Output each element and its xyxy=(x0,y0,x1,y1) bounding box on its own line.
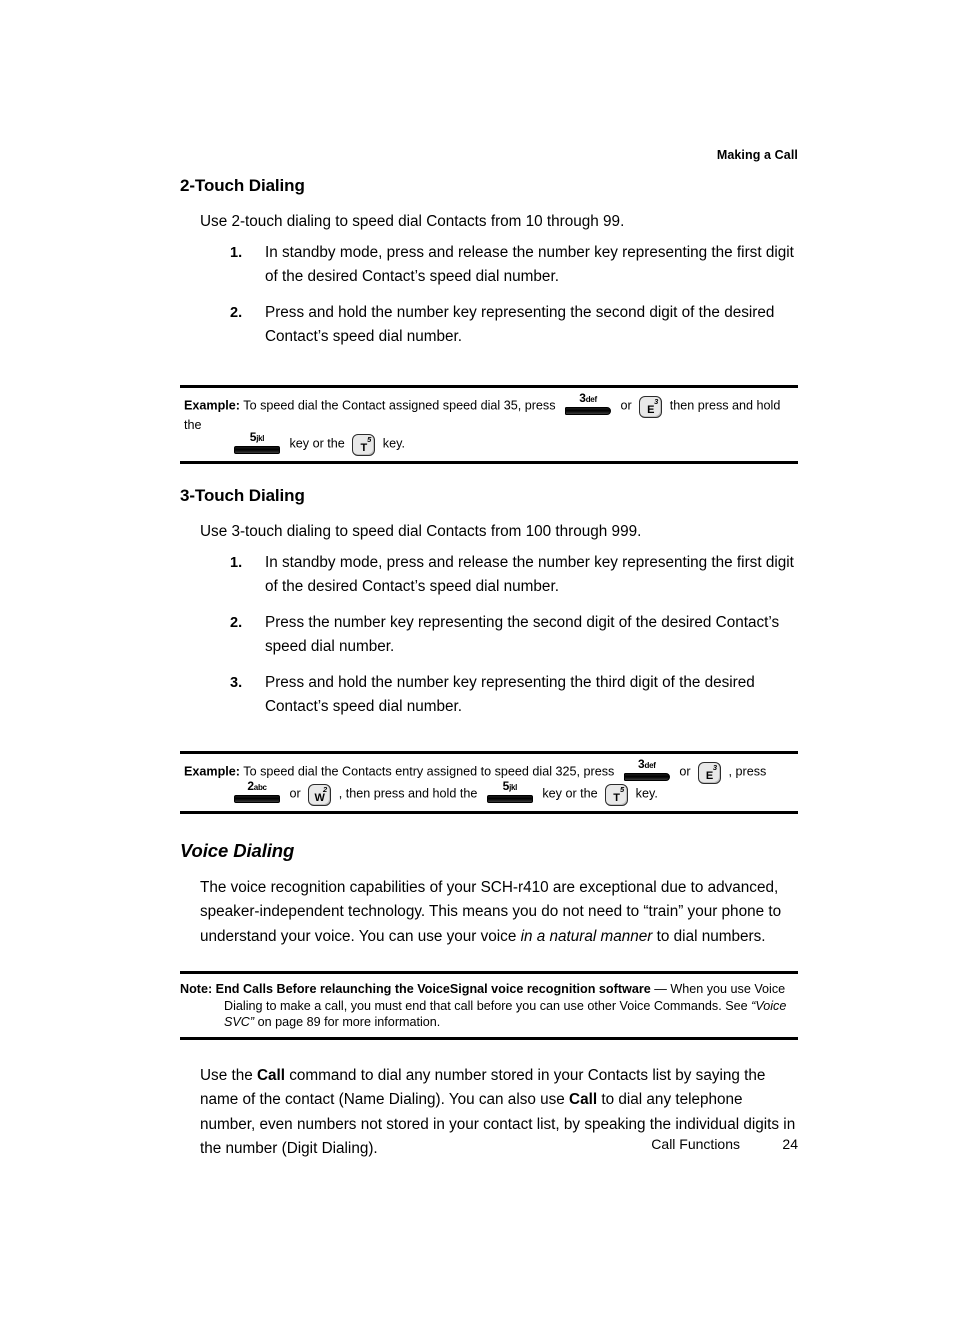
example-callout-1: Example: To speed dial the Contact assig… xyxy=(180,384,798,464)
qwerty-key-t-icon: 5T xyxy=(605,783,629,806)
note-lead: Note: End Calls Before relaunching the V… xyxy=(180,982,651,996)
example-1-body: Example: To speed dial the Contact assig… xyxy=(180,392,798,456)
example-2-line-2: 2abc or 2W , then press and hold the 5jk… xyxy=(184,780,794,806)
list-item: 1. In standby mode, press and release th… xyxy=(180,241,798,290)
key-letters: jkl xyxy=(256,433,265,443)
key-letter: W xyxy=(314,791,325,804)
qwerty-key-t-icon: 5T xyxy=(352,434,376,456)
example-1-text-2: or xyxy=(617,397,636,412)
section-title-2-touch-dialing: 2-Touch Dialing xyxy=(180,176,305,195)
key-letter: T xyxy=(360,442,368,454)
note-tail-text: on page 89 for more information. xyxy=(254,1015,441,1029)
keypad-key-5-jkl-icon: 5jkl xyxy=(486,780,534,803)
example-1-text-4: key or the xyxy=(286,436,349,451)
example-2-text-1: To speed dial the Contacts entry assigne… xyxy=(240,763,618,778)
example-2-lead: Example: xyxy=(184,763,240,778)
step-text: Press and hold the number key representi… xyxy=(265,303,775,346)
intro-text-3-touch: Use 3-touch dialing to speed dial Contac… xyxy=(200,523,642,540)
section-title-3-touch-dialing: 3-Touch Dialing xyxy=(180,486,305,505)
step-text: In standby mode, press and release the n… xyxy=(265,553,794,596)
example-callout-2: Example: To speed dial the Contacts entr… xyxy=(180,750,798,814)
footer-chapter-label: Call Functions xyxy=(651,1136,740,1152)
example-2-text-5: , then press and hold the xyxy=(335,785,481,800)
voice-dialing-paragraph-1: The voice recognition capabilities of yo… xyxy=(180,876,798,950)
qwerty-key-e-icon: 3E xyxy=(698,761,722,784)
qwerty-key-w-icon: 2W xyxy=(308,783,332,806)
keypad-key-3-def-icon: 3def xyxy=(623,758,671,781)
key-letter: E xyxy=(647,403,655,416)
intro-text-2-touch: Use 2-touch dialing to speed dial Contac… xyxy=(200,213,625,230)
example-2-body: Example: To speed dial the Contacts entr… xyxy=(180,758,798,806)
key-letters: def xyxy=(585,395,597,404)
example-2-text-4: or xyxy=(286,785,305,800)
example-2-text-2: or xyxy=(675,763,695,778)
running-header: Making a Call xyxy=(716,148,798,162)
voice-para-2-bold-2: Call xyxy=(569,1091,598,1108)
voice-para-2-part-a: Use the xyxy=(200,1066,257,1084)
list-item: 3. Press and hold the number key represe… xyxy=(180,671,798,720)
step-number: 3. xyxy=(230,674,243,691)
note-body: Note: End Calls Before relaunching the V… xyxy=(180,981,798,1031)
step-text: Press the number key representing the se… xyxy=(265,613,780,656)
voice-para-2-bold-1: Call xyxy=(256,1066,286,1084)
steps-list-2-touch: 1. In standby mode, press and release th… xyxy=(180,241,798,350)
page-content: 2-Touch Dialing Use 2-touch dialing to s… xyxy=(180,176,798,1166)
example-2-text-7: key. xyxy=(632,785,658,800)
list-item: 1. In standby mode, press and release th… xyxy=(180,551,798,600)
voice-para-1-italic: in a natural manner xyxy=(520,927,653,945)
step-number: 2. xyxy=(230,614,243,631)
section-title-voice-dialing: Voice Dialing xyxy=(180,839,295,861)
step-text: Press and hold the number key representi… xyxy=(265,673,755,716)
key-letters: jkl xyxy=(509,783,518,792)
example-1-text-1: To speed dial the Contact assigned speed… xyxy=(240,397,560,412)
note-callout: Note: End Calls Before relaunching the V… xyxy=(180,971,798,1040)
list-item: 2. Press and hold the number key represe… xyxy=(180,301,798,350)
example-2-text-3: , press xyxy=(725,763,767,778)
step-number: 2. xyxy=(230,304,243,321)
step-number: 1. xyxy=(230,244,243,261)
key-letters: def xyxy=(644,761,656,770)
manual-page: Making a Call 2-Touch Dialing Use 2-touc… xyxy=(0,0,954,1319)
example-1-line-2: 5jkl key or the 5T key. xyxy=(184,431,794,456)
list-item: 2. Press the number key representing the… xyxy=(180,611,798,660)
page-footer: Call Functions 24 xyxy=(180,1136,798,1152)
footer-page-number: 24 xyxy=(782,1136,798,1152)
keypad-key-3-def-icon: 3def xyxy=(564,392,612,415)
example-2-text-6: key or the xyxy=(538,785,602,800)
keypad-key-2-abc-icon: 2abc xyxy=(233,780,281,803)
key-letters: abc xyxy=(253,783,267,792)
example-1-lead: Example: xyxy=(184,397,240,412)
key-letter: E xyxy=(705,769,714,782)
keypad-key-5-jkl-icon: 5jkl xyxy=(233,431,281,454)
key-letter: T xyxy=(613,791,621,804)
example-1-text-5: key. xyxy=(379,436,405,451)
step-number: 1. xyxy=(230,554,243,571)
step-text: In standby mode, press and release the n… xyxy=(265,243,794,286)
qwerty-key-e-icon: 3E xyxy=(639,395,663,418)
steps-list-3-touch: 1. In standby mode, press and release th… xyxy=(180,551,798,720)
voice-para-1-part-b: to dial numbers. xyxy=(652,927,766,945)
